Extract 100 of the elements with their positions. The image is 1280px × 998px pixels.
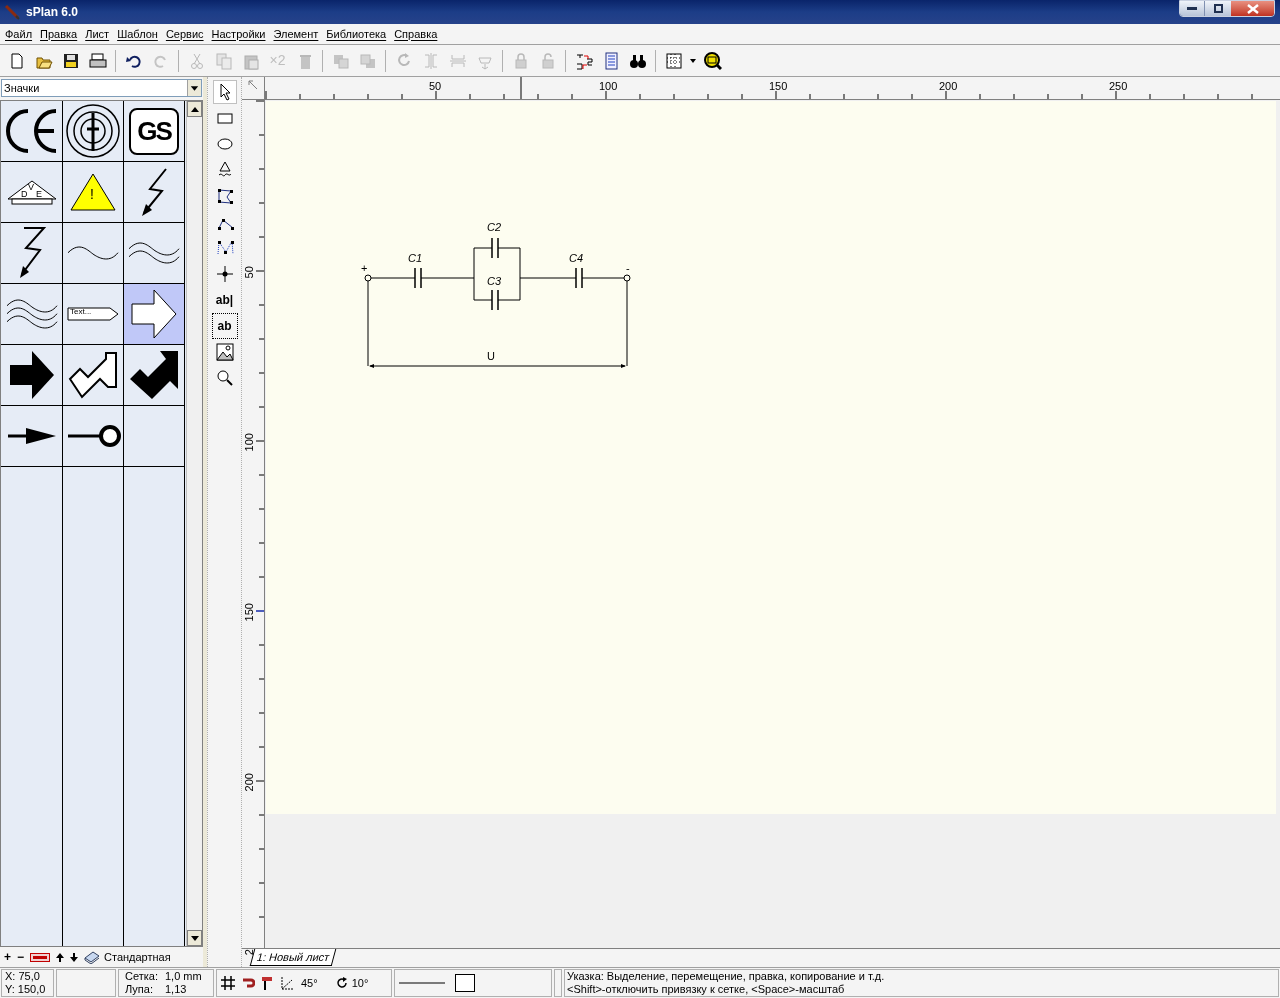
arrow-down-icon[interactable]	[70, 952, 79, 962]
capacitor-symbol	[414, 267, 422, 289]
menu-item[interactable]: Справка	[391, 25, 441, 43]
symbol-tile[interactable]	[1, 406, 63, 467]
ruler-label: 250	[1109, 79, 1128, 94]
capacitor-symbol	[575, 267, 583, 289]
symbol-tile[interactable]	[1, 345, 63, 406]
grid-icon[interactable]	[221, 976, 235, 990]
zoom-icon	[214, 368, 235, 388]
angle-value: 45°	[301, 976, 318, 990]
symbol-tile[interactable]	[1, 284, 63, 345]
restore-icon	[1213, 4, 1223, 13]
menu-item[interactable]: Лист	[82, 25, 113, 43]
symbol-tile[interactable]: V D E	[1, 162, 63, 223]
menu-item[interactable]: Элемент	[270, 25, 322, 43]
arrow-up-icon[interactable]	[56, 952, 65, 962]
angle-icon[interactable]	[281, 976, 295, 990]
zoom-value: 1,13	[165, 983, 188, 996]
symbol-tile[interactable]: Text...	[63, 284, 124, 345]
ruler-label: 200	[939, 79, 958, 94]
capacitor-symbol	[491, 289, 499, 311]
symbol-tile[interactable]	[63, 406, 124, 467]
terminal	[623, 274, 631, 282]
line-circle-symbol-icon	[65, 425, 121, 447]
menu-item[interactable]: Настройки	[208, 25, 269, 43]
symbol-tile[interactable]	[63, 101, 124, 162]
diag-outline-symbol-icon	[68, 351, 118, 399]
wave1-symbol-icon	[66, 245, 120, 261]
warning-symbol-icon	[69, 172, 117, 212]
corner-arrow-icon[interactable]	[248, 80, 258, 90]
zoom-icon	[703, 51, 722, 70]
symbol-tile[interactable]: !	[63, 162, 124, 223]
component-label: C4	[569, 253, 584, 264]
menu-item[interactable]: Сервис	[162, 25, 207, 43]
library-group-label: Стандартная	[104, 949, 171, 965]
hint-text: Указка: Выделение, перемещение, правка, копирование и т.д.	[567, 970, 886, 983]
component-label: C3	[487, 276, 502, 287]
dropdown-caret-icon	[688, 57, 698, 64]
component-label: C2	[487, 222, 502, 233]
symbol-tile[interactable]	[124, 223, 185, 284]
ruler-label: 200	[241, 772, 256, 794]
restore-button[interactable]	[1205, 1, 1231, 16]
ruler-label: 150	[241, 602, 256, 624]
grid-icon	[664, 51, 683, 70]
library-dropdown[interactable]: Значки	[1, 79, 202, 97]
remove-button[interactable]: −	[17, 948, 25, 966]
triangle-down-icon	[190, 935, 199, 941]
minimize-button[interactable]	[1180, 1, 1205, 16]
line-style-icon[interactable]	[399, 981, 445, 985]
scrollbar[interactable]	[186, 101, 202, 946]
scroll-up-button[interactable]	[187, 101, 202, 117]
drawing-canvas[interactable]: + C1 C2 C3 C4 - U	[265, 100, 1280, 948]
pencil-icon	[4, 4, 20, 20]
copy-icon	[214, 51, 233, 70]
symbol-tile[interactable]: GS	[124, 101, 185, 162]
menu-item[interactable]: Файл	[2, 25, 36, 43]
pointer-tool[interactable]	[212, 80, 237, 104]
symbol-text: E	[36, 188, 42, 201]
symbol-tile[interactable]	[1, 101, 63, 162]
menu-item[interactable]: Библиотека	[323, 25, 390, 43]
capacitor-symbol	[491, 237, 499, 259]
symbol-text: Text...	[70, 306, 92, 318]
ce-symbol-icon	[5, 109, 58, 153]
magnet-icon[interactable]	[241, 977, 255, 989]
component-label: U	[487, 351, 495, 362]
menu-item[interactable]: Правка	[37, 25, 81, 43]
close-icon	[1246, 3, 1259, 14]
symbol-tile[interactable]	[124, 345, 185, 406]
grid-value: 1,0 mm	[165, 970, 203, 983]
scroll-down-button[interactable]	[187, 930, 202, 946]
ruler-label: 50	[429, 79, 442, 94]
status-panel	[56, 969, 116, 997]
label-icon[interactable]	[30, 952, 51, 962]
text-tool[interactable]: ab|	[212, 288, 237, 312]
numbering-icon	[574, 51, 593, 70]
wave2-symbol-icon	[127, 241, 181, 265]
ruler-label: 50	[241, 265, 256, 281]
window-title: sPlan 6.0	[26, 4, 79, 21]
symbol-tile[interactable]	[124, 284, 185, 345]
symbol-tile[interactable]	[63, 345, 124, 406]
menu-item[interactable]: Шаблон	[114, 25, 161, 43]
fill-style-icon[interactable]	[455, 974, 475, 992]
zoom-label: Лупа:	[125, 983, 154, 996]
ruler-label: 150	[769, 79, 788, 94]
symbol-tile[interactable]	[1, 223, 63, 284]
rotate-icon[interactable]	[335, 977, 348, 989]
vde-symbol-icon	[5, 178, 58, 206]
add-button[interactable]: +	[4, 948, 11, 966]
component-label: -	[626, 263, 630, 274]
close-button[interactable]	[1231, 1, 1274, 16]
terminal	[364, 274, 372, 282]
pin-icon[interactable]	[261, 976, 275, 990]
ruler-label: 100	[241, 432, 256, 454]
text-frame-tool[interactable]: ab	[212, 314, 237, 338]
symbol-tile[interactable]	[124, 162, 185, 223]
triangle-up-icon	[190, 106, 199, 112]
book-icon[interactable]	[84, 950, 101, 964]
x-coordinate: X: 75,0	[5, 970, 41, 983]
y-coordinate: Y: 150,0	[5, 983, 47, 996]
symbol-tile[interactable]	[63, 223, 124, 284]
